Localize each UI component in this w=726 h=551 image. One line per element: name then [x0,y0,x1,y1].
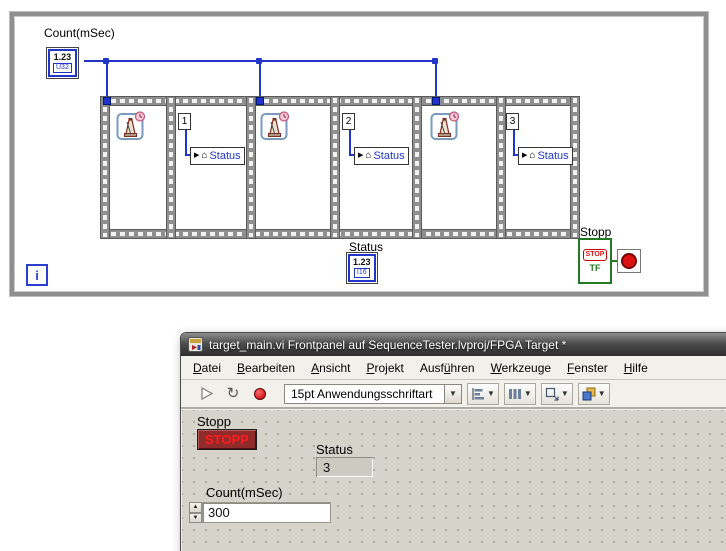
sequence-frame-separator[interactable] [412,96,422,239]
write-arrow-icon: ▶ [358,152,364,159]
local-variable-status[interactable]: ▶ ⌂ Status [354,147,409,165]
numeric-constant[interactable]: 3 [506,113,519,130]
wait-ms-icon [430,111,460,140]
loop-iteration-terminal[interactable]: i [26,264,48,286]
menu-werkzeuge[interactable]: Werkzeuge [483,358,559,378]
distribute-objects-icon [508,388,521,399]
front-panel-window: target_main.vi Frontpanel auf SequenceTe… [180,332,726,551]
wire-junction-dot [256,58,262,64]
status-terminal-icon: 1.23 I16 [348,254,376,282]
count-input[interactable]: 300 [202,502,331,523]
count-wire-drop-3[interactable] [435,60,437,98]
status-indicator: 3 [316,457,373,477]
stop-if-true-icon [621,253,637,269]
stop-button-label: Stopp [197,414,231,429]
sequence-frame-separator[interactable] [330,96,340,239]
count-stepper[interactable]: ▲ ▼ [189,502,202,523]
front-panel: Stopp STOPP Status 3 Count(mSec) ▲ ▼ 300 [182,410,726,551]
chevron-down-icon: ▼ [487,389,495,398]
status-terminal[interactable]: 1.23 I16 [346,252,378,284]
align-objects-icon [472,387,484,400]
count-control-label: Count(mSec) [206,485,283,500]
align-objects-dropdown[interactable]: ▼ [467,382,499,405]
sequence-frame-separator[interactable] [496,96,506,239]
stop-glyph: STOP [582,249,608,261]
local-variable-status[interactable]: ▶ ⌂ Status [190,147,245,165]
sequence-tunnel-2[interactable] [256,97,264,105]
chevron-down-icon[interactable]: ▼ [444,383,462,404]
menu-ansicht[interactable]: Ansicht [303,358,358,378]
status-indicator-label: Status [316,442,353,457]
menu-hilfe[interactable]: Hilfe [616,358,656,378]
count-wire-drop-2[interactable] [259,60,261,98]
run-arrow-icon [200,386,213,401]
sequence-tunnel-1[interactable] [103,97,111,105]
numeric-constant[interactable]: 1 [178,113,191,130]
house-icon: ⌂ [529,150,536,161]
run-button[interactable] [195,383,217,405]
decrement-icon[interactable]: ▼ [189,512,202,523]
abort-icon [254,387,266,400]
reorder-objects-icon [582,387,596,400]
menu-projekt[interactable]: Projekt [358,358,411,378]
abort-button[interactable] [249,383,271,405]
menu-bar: Datei Bearbeiten Ansicht Projekt Ausführ… [181,356,726,380]
resize-objects-icon [545,387,559,401]
count-wire-drop-1[interactable] [106,60,108,98]
constant-wire[interactable] [513,130,515,156]
window-titlebar[interactable]: target_main.vi Frontpanel auf SequenceTe… [181,333,726,356]
constant-wire[interactable] [185,130,187,156]
font-selector[interactable]: 15pt Anwendungsschriftart ▼ [284,383,462,404]
constant-wire[interactable] [349,130,351,156]
sequence-border-left[interactable] [100,96,110,239]
house-icon: ⌂ [365,150,372,161]
chevron-down-icon: ▼ [560,389,569,398]
menu-fenster[interactable]: Fenster [559,358,616,378]
sequence-frame-separator[interactable] [246,96,256,239]
run-continuous-icon: ↻ [226,385,240,402]
wait-ms-node[interactable] [116,110,146,142]
count-terminal[interactable]: 1.23 U32 [46,47,79,79]
sequence-border-right[interactable] [570,96,580,239]
increment-icon[interactable]: ▲ [189,502,202,513]
numeric-constant[interactable]: 2 [342,113,355,130]
stop-button[interactable]: STOPP [197,429,257,450]
vi-icon [188,337,203,352]
sequence-tunnel-3[interactable] [432,97,440,105]
resize-objects-dropdown[interactable]: ▼ [540,382,573,405]
write-arrow-icon: ▶ [194,152,200,159]
stop-boolean-terminal[interactable]: STOP TF [578,238,612,284]
local-variable-status[interactable]: ▶ ⌂ Status [518,147,573,165]
wire-junction-dot [432,58,438,64]
font-selector-value: 15pt Anwendungsschriftart [284,383,444,404]
menu-datei[interactable]: Datei [185,358,229,378]
screenshot-root: Count(mSec) 1.23 U32 1 ▶ ⌂ Status 2 ▶ ⌂ … [0,0,726,551]
wait-ms-icon [116,111,146,140]
toolbar: ↻ 15pt Anwendungsschriftart ▼ ▼ ▼ ▼ ▼ [181,380,726,409]
wire-junction-dot [103,58,109,64]
window-title: target_main.vi Frontpanel auf SequenceTe… [209,337,567,352]
wait-ms-node[interactable] [430,110,460,142]
run-continuous-button[interactable]: ↻ [222,383,244,405]
house-icon: ⌂ [201,150,208,161]
sequence-frame-separator[interactable] [166,96,176,239]
wait-ms-icon [260,111,290,140]
chevron-down-icon: ▼ [597,389,606,398]
loop-condition-terminal[interactable] [617,249,641,273]
menu-bearbeiten[interactable]: Bearbeiten [229,358,303,378]
wait-ms-node[interactable] [260,110,290,142]
reorder-objects-dropdown[interactable]: ▼ [577,382,610,405]
write-arrow-icon: ▶ [522,152,528,159]
count-terminal-icon: 1.23 U32 [48,49,77,77]
distribute-objects-dropdown[interactable]: ▼ [503,382,536,405]
menu-ausfuehren[interactable]: Ausführen [412,358,483,378]
count-terminal-label: Count(mSec) [44,26,115,40]
stop-terminal-label: Stopp [580,225,612,239]
chevron-down-icon: ▼ [523,389,532,398]
